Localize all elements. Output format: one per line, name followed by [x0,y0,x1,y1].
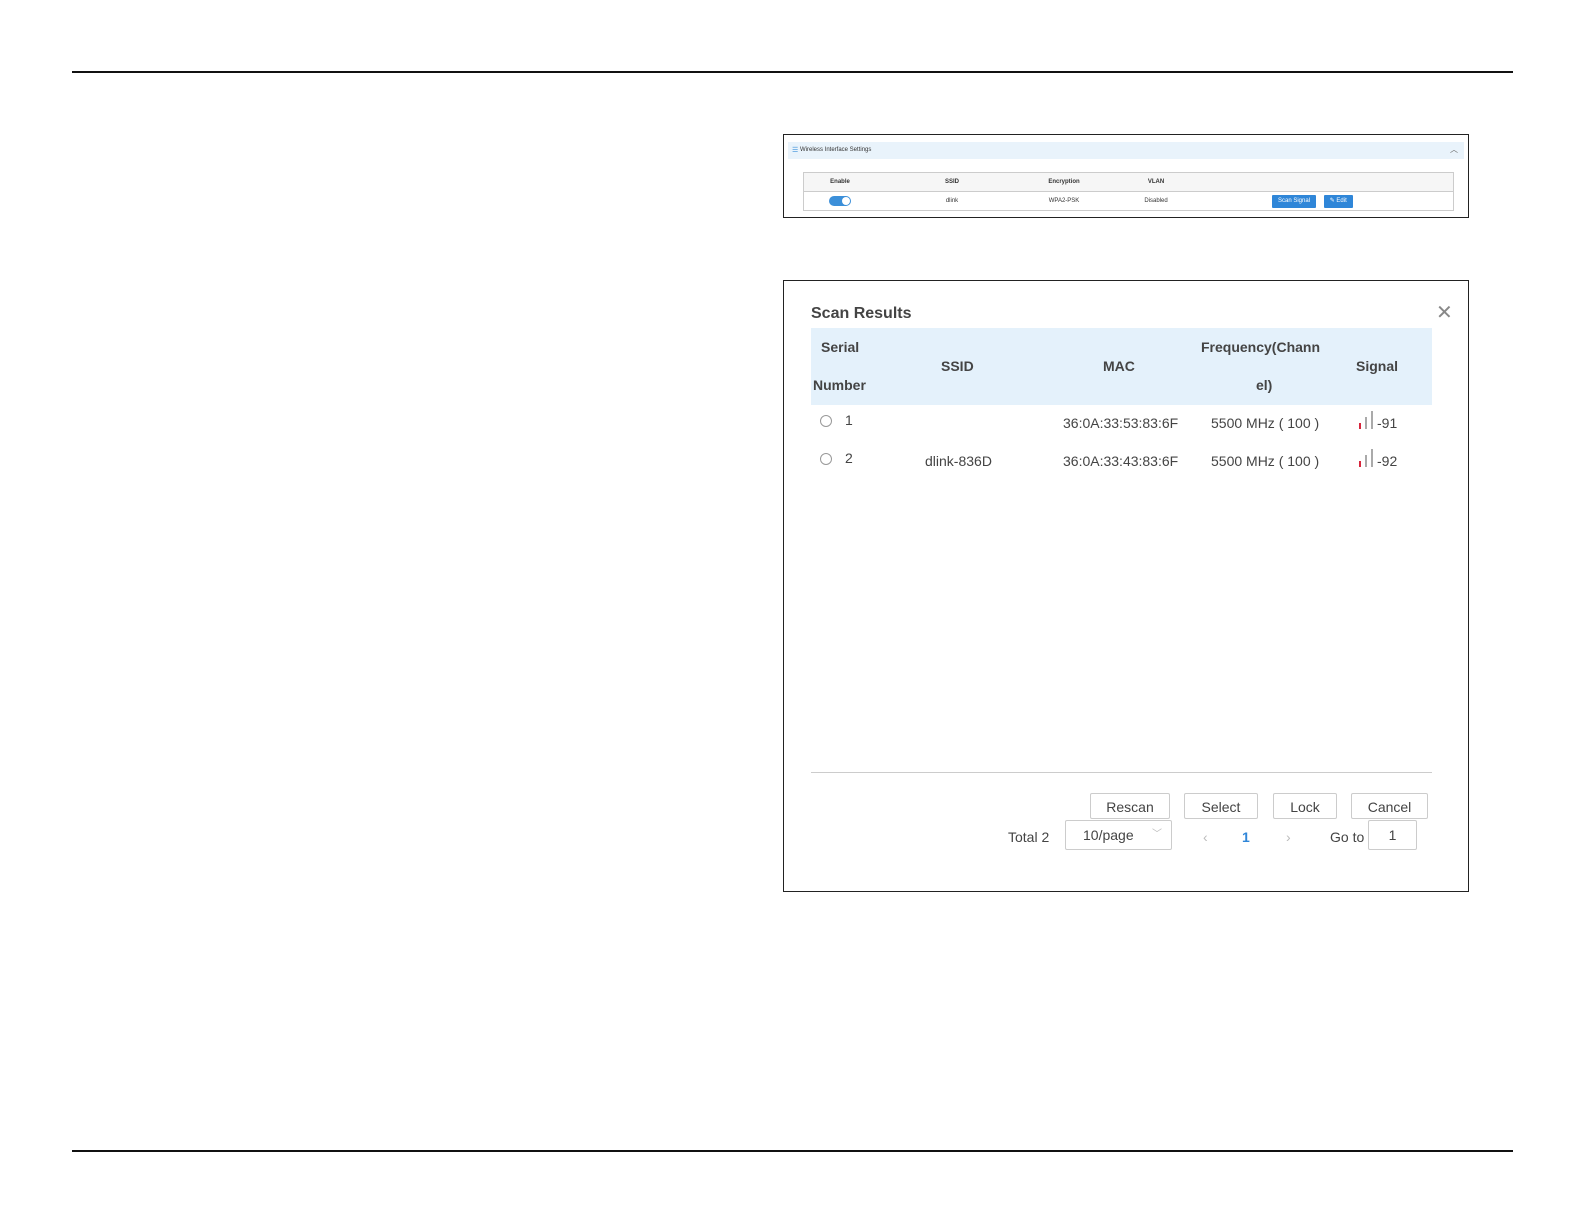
col-vlan: VLAN [1100,172,1212,192]
row-radio[interactable] [820,415,832,427]
col-frequency-line2: el) [1256,377,1273,393]
col-ssid: SSID [876,172,1028,192]
col-enable: Enable [803,172,876,192]
ssid-cell: dlink-836D [925,453,992,469]
page-size-value: 10/page [1083,827,1134,843]
mac-cell: 36:0A:33:53:83:6F [1063,415,1179,431]
signal-cell: -91 [1377,415,1398,431]
wireless-settings-title: Wireless Interface Settings [800,147,872,153]
frequency-cell: 5500 MHz ( 100 ) [1211,415,1320,431]
dialog-title: Scan Results [811,305,912,322]
ssid-value: dlink [876,191,1028,211]
goto-label: Go to [1330,829,1365,845]
bottom-rule [72,1150,1513,1152]
current-page[interactable]: 1 [1242,829,1250,845]
col-ssid: SSID [941,358,974,374]
wireless-table-header: Enable SSID Encryption VLAN [803,172,1454,192]
col-actions [1212,172,1454,192]
wireless-table: Enable SSID Encryption VLAN dlink WPA2-P… [803,172,1454,211]
scan-results-dialog: Scan Results ✕ Serial Number SSID MAC Fr… [783,280,1469,892]
row-radio[interactable] [820,453,832,465]
signal-bars-icon [1359,411,1375,429]
signal-bars-icon [1359,449,1375,467]
lock-button[interactable]: Lock [1273,793,1337,819]
col-serial-line2: Number [813,377,866,393]
select-button[interactable]: Select [1184,793,1258,819]
frequency-cell: 5500 MHz ( 100 ) [1211,453,1320,469]
scan-signal-button[interactable]: Scan Signal [1272,194,1317,208]
vlan-value: Disabled [1100,191,1212,211]
table-row[interactable]: 1 36:0A:33:53:83:6F 5500 MHz ( 100 ) -91 [811,409,1432,439]
prev-page-icon[interactable]: ‹ [1203,829,1208,845]
footer-divider [811,772,1432,773]
edit-button[interactable]: ✎ Edit [1323,194,1353,208]
cancel-button[interactable]: Cancel [1351,793,1428,819]
chevron-up-icon[interactable]: ︿ [1450,141,1458,158]
col-encryption: Encryption [1028,172,1100,192]
col-serial: Serial [821,339,860,355]
chevron-down-icon: ﹀ [1152,829,1162,840]
edit-icon: ✎ [1329,197,1335,204]
mac-cell: 36:0A:33:43:83:6F [1063,453,1179,469]
scan-table-header: Serial Number SSID MAC Frequency(Chann e… [811,328,1432,405]
edit-button-label: Edit [1336,197,1347,204]
rescan-button[interactable]: Rescan [1090,793,1170,819]
top-rule [72,71,1513,73]
goto-input[interactable] [1368,820,1417,850]
serial-cell: 1 [845,412,853,428]
total-count: Total 2 [1008,829,1050,845]
next-page-icon[interactable]: › [1286,829,1291,845]
wireless-settings-header[interactable]: ☰ Wireless Interface Settings ︿ [788,142,1464,159]
wireless-settings-panel: ☰ Wireless Interface Settings ︿ Enable S… [783,134,1469,218]
encryption-value: WPA2-PSK [1028,191,1100,211]
list-icon: ☰ [792,147,799,154]
signal-cell: -92 [1377,453,1398,469]
table-row: dlink WPA2-PSK Disabled Scan Signal ✎ Ed… [803,191,1454,211]
serial-cell: 2 [845,450,853,466]
col-mac: MAC [1103,358,1135,374]
table-row[interactable]: 2 dlink-836D 36:0A:33:43:83:6F 5500 MHz … [811,447,1432,477]
close-icon[interactable]: ✕ [1436,303,1453,323]
page-size-select[interactable]: 10/page ﹀ [1065,820,1172,850]
col-frequency: Frequency(Chann [1201,339,1321,355]
enable-toggle[interactable] [829,196,851,206]
col-signal: Signal [1356,358,1399,374]
